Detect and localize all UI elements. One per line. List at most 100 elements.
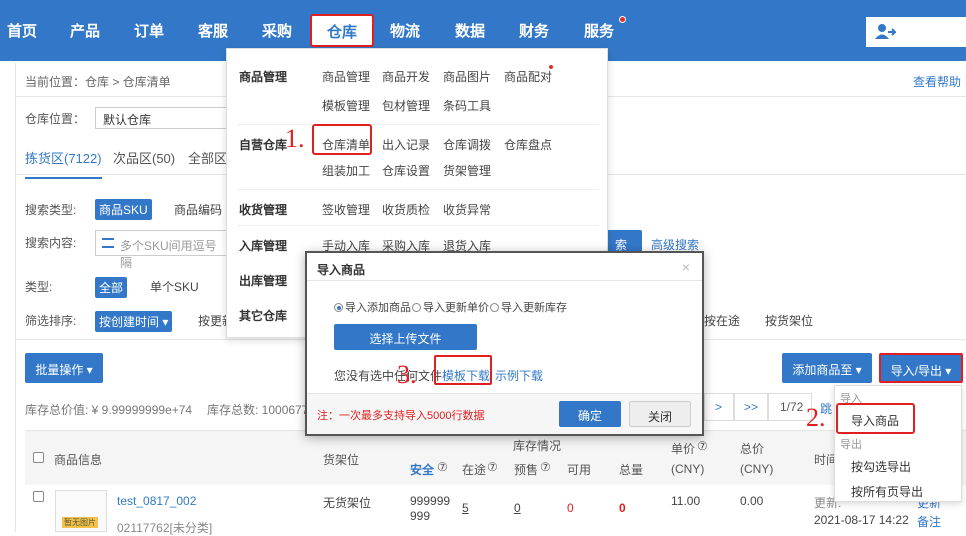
sort-shelf[interactable]: 按货架位 — [765, 312, 813, 329]
search-type-code[interactable]: 商品编码 — [174, 201, 222, 218]
radio-import-add[interactable]: 导入添加商品 — [334, 299, 411, 315]
cancel-button[interactable]: 关闭 — [629, 401, 691, 427]
import-limit-note: 注：一次最多支持导入5000行数据 — [317, 410, 485, 422]
row-safe: 999999 999 — [410, 494, 451, 523]
import-export-button[interactable]: 导入/导出 ▾ — [879, 353, 963, 383]
nav-item-product[interactable]: 产品 — [70, 20, 100, 41]
radio-update-stock[interactable]: 导入更新库存 — [490, 299, 567, 315]
tab-defective[interactable]: 次品区(50) — [113, 148, 175, 167]
divider — [307, 280, 702, 281]
th-safe[interactable]: 安全 — [410, 461, 434, 478]
divider — [237, 189, 599, 190]
add-to-button[interactable]: 添加商品至 ▾ — [782, 353, 872, 383]
sample-download-link[interactable]: 示例下载 — [495, 367, 543, 384]
menu-item[interactable]: 收货异常 — [443, 201, 491, 218]
nav-item-home[interactable]: 首页 — [7, 20, 37, 41]
row-reserve[interactable]: 0 — [514, 501, 521, 515]
help-link[interactable]: 查看帮助 — [913, 73, 961, 90]
menu-item[interactable]: 商品管理 — [322, 68, 370, 85]
upload-button[interactable]: 选择上传文件 — [334, 324, 477, 350]
menu-item[interactable]: 仓库设置 — [382, 162, 430, 179]
th-stock: 库存情况 — [513, 439, 562, 453]
page-next[interactable]: > — [704, 393, 734, 421]
nav-item-service[interactable]: 客服 — [198, 20, 228, 41]
row-note-link[interactable]: 备注 — [917, 513, 941, 530]
select-all-checkbox[interactable] — [33, 452, 44, 463]
highlight-box — [434, 355, 492, 385]
th-price-unit: (CNY) — [671, 462, 705, 476]
highlight-box — [312, 124, 372, 155]
th-transit: 在途 — [462, 463, 487, 477]
product-name-link[interactable]: test_0817_002 — [117, 494, 196, 508]
menu-item[interactable]: 商品开发 — [382, 68, 430, 85]
nav-item-finance[interactable]: 财务 — [519, 20, 549, 41]
th-reserve: 预售 — [514, 463, 539, 477]
th-shelf: 货架位 — [323, 453, 360, 467]
product-image-placeholder: 暂无图片 — [55, 490, 107, 532]
menu-item[interactable]: 仓库调拨 — [443, 136, 491, 153]
nav-item-services[interactable]: 服务 — [584, 20, 614, 41]
menu-cat-product: 商品管理 — [239, 70, 288, 84]
step-label: 1. — [285, 124, 305, 153]
row-shelf: 无货架位 — [323, 496, 372, 510]
nav-item-order[interactable]: 订单 — [134, 20, 164, 41]
step-label: 2. — [806, 403, 826, 432]
menu-item[interactable]: 模板管理 — [322, 97, 370, 114]
sort-created[interactable]: 按创建时间 ▾ — [95, 311, 173, 332]
menu-item[interactable]: 商品配对 — [504, 68, 552, 85]
no-file-note: 您没有选中任何文件 — [334, 369, 443, 383]
page-last[interactable]: >> — [734, 393, 768, 421]
menu-cat-outbound: 出库管理 — [239, 274, 288, 288]
menu-item[interactable]: 组装加工 — [322, 162, 370, 179]
modal-footer: 注：一次最多支持导入5000行数据 确定 关闭 — [307, 393, 702, 434]
help-icon: ⑦ — [697, 439, 708, 453]
th-total-price: 总价 — [740, 442, 765, 456]
row-total-price: 0.00 — [740, 494, 764, 508]
menu-item[interactable]: 仓库盘点 — [504, 136, 552, 153]
menu-item[interactable]: 收货质检 — [382, 201, 430, 218]
type-all[interactable]: 全部 — [95, 277, 128, 298]
menu-item[interactable]: 商品图片 — [443, 68, 491, 85]
menu-cat-self: 自营仓库 — [239, 138, 288, 152]
th-price: 单价 — [671, 442, 696, 456]
menu-new-dot — [549, 65, 553, 69]
close-icon[interactable]: × — [682, 259, 690, 275]
nav-item-data[interactable]: 数据 — [455, 20, 485, 41]
nav-item-purchase[interactable]: 采购 — [262, 20, 292, 41]
user-icon — [875, 24, 896, 39]
modal-title: 导入商品 — [317, 263, 366, 277]
nav-item-warehouse[interactable]: 仓库 — [310, 14, 374, 47]
menu-item[interactable]: 出入记录 — [382, 136, 430, 153]
menu-item[interactable]: 签收管理 — [322, 201, 370, 218]
user-area[interactable] — [866, 17, 966, 47]
sort-transit[interactable]: 按在途 — [704, 312, 740, 329]
type-single[interactable]: 单个SKU — [150, 278, 199, 295]
total-qty: 库存总数: 10006776 — [207, 403, 316, 417]
confirm-button[interactable]: 确定 — [559, 401, 621, 427]
dropdown-item-export-all[interactable]: 按所有页导出 — [851, 483, 923, 500]
menu-item[interactable]: 货架管理 — [443, 162, 491, 179]
row-transit[interactable]: 5 — [462, 501, 469, 515]
total-value: 库存总价值: ¥ 9.99999999e+74 — [25, 403, 193, 417]
batch-button[interactable]: 批量操作 ▾ — [25, 353, 103, 383]
nav-item-logistics[interactable]: 物流 — [390, 20, 420, 41]
th-total-unit: (CNY) — [740, 462, 774, 476]
list-icon — [102, 238, 114, 248]
search-type-label: 搜索类型: — [25, 203, 77, 217]
menu-item[interactable]: 包材管理 — [382, 97, 430, 114]
tab-all[interactable]: 全部区( — [188, 148, 231, 167]
th-info: 商品信息 — [54, 453, 103, 467]
row-checkbox[interactable] — [33, 491, 44, 502]
search-type-sku[interactable]: 商品SKU — [95, 199, 152, 220]
menu-item[interactable]: 条码工具 — [443, 97, 491, 114]
search-input[interactable]: 多个SKU间用逗号隔 — [95, 230, 235, 270]
import-modal: 导入商品 × 导入添加商品 导入更新单价 导入更新库存 选择上传文件 您没有选中… — [305, 251, 704, 436]
menu-cat-receive: 收货管理 — [239, 203, 288, 217]
breadcrumb: 当前位置：仓库 > 仓库清单 — [25, 75, 171, 89]
warehouse-select[interactable]: 默认仓库 — [95, 107, 235, 129]
highlight-box — [836, 403, 915, 434]
radio-update-price[interactable]: 导入更新单价 — [412, 299, 489, 315]
menu-cat-other: 其它仓库 — [239, 309, 288, 323]
row-time: 2021-08-17 14:22 — [814, 513, 909, 527]
dropdown-item-export-checked[interactable]: 按勾选导出 — [851, 458, 911, 475]
